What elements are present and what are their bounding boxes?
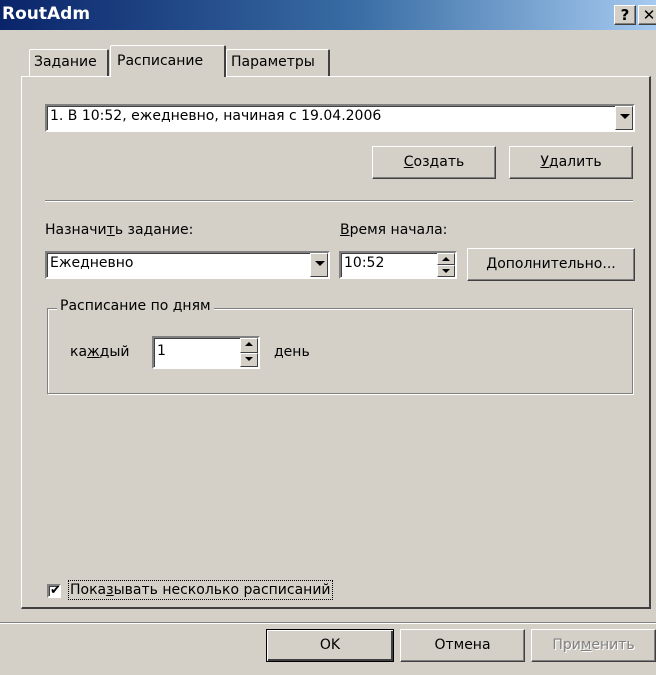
schedule-list-value: 1. В 10:52, ежедневно, начиная с 19.04.2… [50, 108, 382, 124]
schedule-list-dropdown[interactable]: 1. В 10:52, ежедневно, начиная с 19.04.2… [45, 104, 635, 132]
tab-settings[interactable]: Параметры [226, 49, 330, 76]
checkmark-icon: ✔ [50, 583, 61, 598]
chevron-down-icon[interactable] [310, 253, 328, 277]
cancel-button[interactable]: Отмена [400, 629, 525, 662]
ok-button[interactable]: OK [266, 629, 394, 662]
delete-button[interactable]: Удалить [509, 146, 633, 179]
close-icon: ✕ [642, 6, 656, 24]
footer-separator [0, 622, 656, 624]
assign-task-dropdown[interactable]: Ежедневно [45, 251, 330, 279]
start-time-input[interactable]: 10:52 [339, 251, 457, 279]
apply-button[interactable]: Применить [531, 629, 656, 662]
tab-schedule[interactable]: Расписание [110, 45, 226, 77]
show-multiple-label[interactable]: Показывать несколько расписаний [68, 580, 333, 600]
advanced-button[interactable]: Дополнительно... [467, 248, 635, 281]
tab-schedule-label: Расписание [117, 53, 204, 69]
close-button[interactable]: ✕ [638, 5, 656, 25]
assign-task-label: Назначить задание: [45, 222, 194, 238]
every-days-input[interactable]: 1 [152, 336, 260, 369]
help-button[interactable]: ? [614, 5, 636, 25]
chevron-down-icon[interactable] [615, 106, 633, 130]
title-bar[interactable] [0, 0, 656, 30]
daily-schedule-group-label: Расписание по дням [57, 298, 214, 314]
every-days-value: 1 [157, 343, 166, 359]
show-multiple-checkbox[interactable]: ✔ [47, 583, 61, 598]
window-title: RoutAdm [2, 4, 91, 24]
daily-schedule-group [47, 308, 633, 394]
every-label: каждый [70, 344, 130, 360]
separator [45, 200, 633, 202]
spin-down-icon[interactable] [437, 265, 455, 277]
tab-settings-label: Параметры [231, 54, 315, 70]
tab-task-label: Задание [34, 54, 97, 70]
spin-up-icon[interactable] [437, 253, 455, 265]
help-icon: ? [620, 6, 630, 24]
start-time-label: Время начала: [340, 222, 448, 238]
day-unit-label: день [274, 344, 310, 360]
spin-down-icon[interactable] [240, 352, 258, 367]
spin-up-icon[interactable] [240, 338, 258, 353]
start-time-value: 10:52 [344, 255, 385, 271]
assign-task-value: Ежедневно [50, 255, 134, 271]
create-button[interactable]: Создать [372, 146, 496, 179]
tab-task[interactable]: Задание [29, 49, 109, 76]
